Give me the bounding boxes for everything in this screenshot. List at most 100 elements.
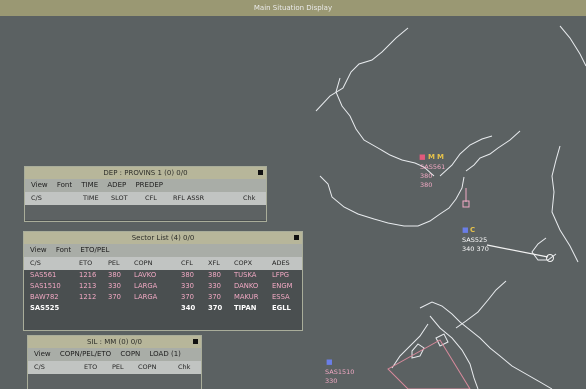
sil-col-chk[interactable]: Chk [178, 361, 190, 374]
row-copx[interactable]: MAKUR [234, 292, 259, 303]
row-callsign[interactable]: SAS1510 [30, 281, 61, 292]
row-ades: LFPG [272, 271, 290, 279]
dep-col-cs[interactable]: C/S [31, 192, 42, 205]
dep-list-window[interactable]: DEP : PROVINS 1 (0) 0/0 View Font TIME A… [24, 166, 267, 222]
sas561-flag: M [428, 153, 435, 161]
row-pel[interactable]: 370 [108, 292, 121, 303]
sector-col-cfl[interactable]: CFL [181, 257, 193, 270]
sector-list-title-text: Sector List (4) 0/0 [131, 234, 195, 242]
row-ades: ESSA [272, 293, 290, 301]
sil-column-headers: C/S ETO PEL COPN Chk [28, 361, 201, 374]
sil-menu-view[interactable]: View [34, 350, 51, 358]
row-copx[interactable]: TIPAN [234, 303, 256, 314]
sas561-marker-icon: ■ [419, 153, 426, 161]
sas525-callsign[interactable]: SAS525 [462, 237, 487, 244]
sas525-levels: 340 370 [462, 245, 489, 253]
row-callsign[interactable]: SAS561 [30, 270, 56, 281]
row-ades: ENGM [272, 282, 293, 290]
row-callsign[interactable]: BAW782 [30, 292, 59, 303]
row-copx[interactable]: DANKO [234, 281, 258, 292]
sas525-flag: C [470, 226, 476, 234]
dep-menu-font[interactable]: Font [57, 181, 72, 189]
sas525-leader [486, 244, 549, 258]
sas1510-callsign[interactable]: SAS1510 [325, 369, 354, 376]
table-row[interactable]: SAS525 340 370 TIPAN EGLL [24, 303, 302, 314]
sector-menu-eto-pel[interactable]: ETO/PEL [80, 246, 109, 254]
dep-menu-time[interactable]: TIME [81, 181, 98, 189]
row-copn[interactable]: LARGA [134, 281, 157, 292]
row-cfl[interactable]: 380 [181, 270, 194, 281]
sil-window-title[interactable]: SIL : MM (0) 0/0 [28, 336, 201, 348]
sas561-level: 380 [420, 172, 433, 180]
sector-list-window[interactable]: Sector List (4) 0/0 View Font ETO/PEL C/… [23, 231, 303, 331]
row-callsign[interactable]: SAS525 [30, 303, 59, 314]
sil-menu: View COPN/PEL/ETO COPN LOAD (1) [28, 348, 201, 361]
row-pel[interactable]: 330 [108, 281, 121, 292]
sas561-flag-2: M [437, 153, 444, 161]
row-cfl[interactable]: 370 [181, 292, 194, 303]
sector-col-ades[interactable]: ADES [272, 257, 290, 270]
row-xfl[interactable]: 370 [208, 292, 221, 303]
coastline [315, 25, 586, 389]
row-pel[interactable]: 380 [108, 270, 121, 281]
dep-window-title-text: DEP : PROVINS 1 (0) 0/0 [103, 169, 188, 177]
dep-col-slot[interactable]: SLOT [111, 192, 128, 205]
sas561-callsign[interactable]: SAS561 [420, 164, 445, 171]
sector-menu-font[interactable]: Font [56, 246, 71, 254]
sector-col-xfl[interactable]: XFL [208, 257, 220, 270]
dep-col-rfl-assr[interactable]: RFL ASSR [173, 192, 204, 205]
row-copx[interactable]: TUSKA [234, 270, 256, 281]
sector-list-title[interactable]: Sector List (4) 0/0 [24, 232, 302, 244]
sas525-marker-icon: ■ [462, 226, 469, 234]
row-eto: 1212 [79, 293, 97, 301]
sas1510-level: 330 [325, 377, 338, 385]
dep-col-time[interactable]: TIME [83, 192, 99, 205]
sil-window-title-text: SIL : MM (0) 0/0 [87, 338, 142, 346]
close-icon[interactable] [294, 235, 299, 240]
sas1510-marker-icon: ■ [326, 358, 333, 366]
row-ades: EGLL [272, 304, 291, 312]
sector-col-eto[interactable]: ETO [79, 257, 92, 270]
row-xfl[interactable]: 380 [208, 270, 221, 281]
row-xfl[interactable]: 330 [208, 281, 221, 292]
sector-boundary [387, 339, 471, 389]
row-eto: 1216 [79, 271, 97, 279]
sas561-cleared-level: 380 [420, 181, 433, 189]
close-icon[interactable] [193, 339, 198, 344]
dep-list-body [25, 205, 266, 220]
sector-col-pel[interactable]: PEL [108, 257, 120, 270]
table-row[interactable]: BAW782 1212 370 LARGA 370 370 MAKUR ESSA [24, 292, 302, 303]
table-row[interactable]: SAS561 1216 380 LAVKO 380 380 TUSKA LFPG [24, 270, 302, 281]
dep-col-chk[interactable]: Chk [243, 192, 255, 205]
dep-col-cfl[interactable]: CFL [145, 192, 157, 205]
sector-list-menu: View Font ETO/PEL [24, 244, 302, 257]
window-title: Main Situation Display [253, 4, 333, 12]
sil-col-cs[interactable]: C/S [34, 361, 45, 374]
dep-menu: View Font TIME ADEP PREDEP [25, 179, 266, 192]
row-copn[interactable]: LARGA [134, 292, 157, 303]
sil-col-copn[interactable]: COPN [138, 361, 156, 374]
sil-menu-copn-pel-eto[interactable]: COPN/PEL/ETO [60, 350, 111, 358]
close-icon[interactable] [258, 170, 263, 175]
sil-menu-load[interactable]: LOAD (1) [150, 350, 181, 358]
sil-window[interactable]: SIL : MM (0) 0/0 View COPN/PEL/ETO COPN … [27, 335, 202, 389]
sil-menu-copn[interactable]: COPN [120, 350, 140, 358]
dep-menu-predep[interactable]: PREDEP [135, 181, 163, 189]
row-cfl[interactable]: 330 [181, 281, 194, 292]
sector-menu-view[interactable]: View [30, 246, 47, 254]
row-copn[interactable]: LAVKO [134, 270, 156, 281]
sil-col-eto[interactable]: ETO [84, 361, 97, 374]
sil-col-pel[interactable]: PEL [112, 361, 124, 374]
sector-col-cs[interactable]: C/S [30, 257, 41, 270]
dep-column-headers: C/S TIME SLOT CFL RFL ASSR Chk [25, 192, 266, 205]
dep-menu-adep[interactable]: ADEP [107, 181, 126, 189]
table-row[interactable]: SAS1510 1213 330 LARGA 330 330 DANKO ENG… [24, 281, 302, 292]
row-xfl[interactable]: 370 [208, 303, 222, 314]
sector-list-column-headers: C/S ETO PEL COPN CFL XFL COPX ADES [24, 257, 302, 270]
sil-list-body [28, 374, 201, 389]
dep-window-title[interactable]: DEP : PROVINS 1 (0) 0/0 [25, 167, 266, 179]
dep-menu-view[interactable]: View [31, 181, 48, 189]
sector-col-copx[interactable]: COPX [234, 257, 252, 270]
sector-col-copn[interactable]: COPN [134, 257, 152, 270]
row-cfl[interactable]: 340 [181, 303, 195, 314]
